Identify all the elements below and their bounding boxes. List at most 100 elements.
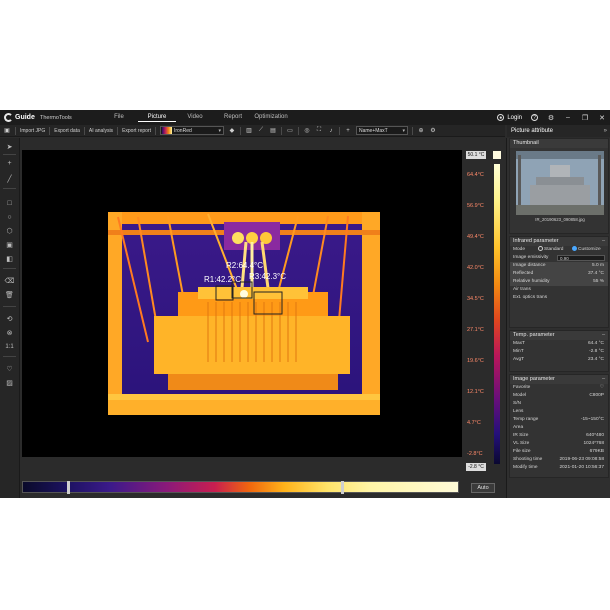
heart-icon[interactable]: ♡ — [4, 364, 15, 374]
toolbar-divider — [239, 126, 241, 135]
palette-tool-icon[interactable]: ◆ — [228, 127, 236, 135]
collapse-icon[interactable]: – — [602, 331, 605, 340]
vl-size-row: VL Size 1024*768 — [513, 441, 604, 446]
scale-min-input[interactable]: -2.8 °C — [466, 463, 486, 471]
thumbnail-filename: IR_20190623_090858.jpg — [535, 217, 585, 222]
ext-optics-row[interactable]: Ext. optics trans — [510, 294, 608, 302]
login-button[interactable]: ● Login — [497, 114, 522, 121]
label-mode-select[interactable]: Name+MaxT ▾ — [355, 126, 408, 135]
settings-icon[interactable]: ⚙ — [547, 114, 555, 122]
annotation-icon[interactable]: ◧ — [4, 254, 15, 264]
tool-divider — [3, 154, 16, 155]
export-report-button[interactable]: Export report — [122, 128, 151, 134]
roi-label[interactable]: R3:42.3°C — [249, 272, 286, 281]
thumbnail-image[interactable] — [516, 151, 604, 215]
line-icon[interactable]: ╱ — [4, 174, 15, 184]
fullscreen-icon[interactable]: ⛶ — [315, 127, 323, 135]
scale-max-input[interactable]: 50.1 °C — [466, 151, 486, 159]
zoom-icon[interactable]: ⊗ — [4, 328, 15, 338]
menu-file[interactable]: File — [100, 114, 138, 122]
sn-row: S/N — [513, 401, 521, 406]
pointer-icon[interactable]: ➤ — [4, 142, 15, 152]
favorite-heart-icon[interactable]: ♡ — [600, 384, 604, 392]
polygon-icon[interactable]: ⬡ — [4, 226, 15, 236]
export-data-button[interactable]: Export data — [54, 128, 80, 134]
app-logo: Guide — [4, 113, 40, 122]
minimize-button[interactable]: – — [564, 114, 572, 121]
menu-video[interactable]: Video — [176, 114, 214, 122]
rotate-icon[interactable]: ⟲ — [4, 314, 15, 324]
range-high-handle[interactable] — [341, 481, 344, 494]
collapse-icon[interactable]: – — [602, 375, 605, 384]
menu-report[interactable]: Report — [214, 114, 252, 122]
restore-button[interactable]: ❐ — [581, 114, 589, 122]
microphone-icon[interactable]: ♪ — [327, 127, 335, 135]
lens-row: Lens — [513, 409, 524, 414]
toolbar-divider — [280, 126, 282, 135]
crosshair-tool-icon[interactable]: + — [4, 158, 15, 168]
humidity-row[interactable]: Relative humidity 55 % — [510, 278, 608, 286]
circle-icon[interactable]: ○ — [4, 212, 15, 222]
eraser-icon[interactable]: ⌫ — [4, 276, 15, 286]
menu-optimization[interactable]: Optimization — [252, 114, 290, 122]
menu-picture[interactable]: Picture — [138, 114, 176, 122]
section-title: Image parameter – — [510, 375, 608, 384]
distance-row[interactable]: Image distance 5.0 m — [510, 262, 608, 270]
tool-divider — [3, 188, 16, 189]
collapse-icon[interactable]: – — [602, 237, 605, 246]
scale-tick-label: -2.8°C — [467, 451, 483, 457]
marker-settings-icon[interactable]: ⚙ — [429, 127, 437, 135]
toolbar-divider — [338, 126, 340, 135]
palette-range-slider[interactable] — [22, 481, 459, 494]
roi-label[interactable]: R2:64.4°C — [226, 261, 263, 270]
login-icon: ● — [497, 114, 505, 121]
maxt-row: MaxT 64.4 °C — [513, 341, 604, 346]
palette-select[interactable]: IronRed ▾ — [159, 126, 224, 135]
rectangle-icon[interactable]: □ — [4, 198, 15, 208]
note-icon[interactable]: ▨ — [4, 378, 15, 388]
range-low-handle[interactable] — [67, 481, 70, 494]
left-toolbar: ➤ + ╱ □ ○ ⬡ ▣ ◧ ⌫ 🗑 ⟲ ⊗ 1:1 ♡ ▨ — [0, 138, 20, 498]
palette-swatch — [161, 127, 172, 134]
main-menu: File Picture Video Report Optimization — [100, 114, 290, 122]
thumbnail-section: Thumbnail IR_20190623_090858.jpg — [509, 138, 609, 234]
save-icon[interactable]: ▣ — [3, 127, 11, 135]
help-icon[interactable]: ? — [531, 114, 538, 121]
crosshair-icon[interactable]: + — [344, 127, 352, 135]
collapse-panel-icon[interactable]: » — [604, 125, 607, 137]
emissivity-select[interactable]: 0.90 — [557, 255, 605, 261]
roi-label[interactable]: R1:42.2°C — [204, 275, 241, 284]
thermal-image[interactable]: R2:64.4°C R1:42.2°C R3:42.3°C — [108, 212, 380, 415]
panel-title: Picture attribute — [511, 128, 554, 134]
section-title: Infrared parameter – — [510, 237, 608, 246]
trend-icon[interactable]: ⟋ — [257, 127, 265, 135]
image-canvas[interactable]: R2:64.4°C R1:42.2°C R3:42.3°C — [22, 150, 462, 457]
image-compare-icon[interactable]: ▤ — [269, 127, 277, 135]
air-trans-row[interactable]: Air trans — [510, 286, 608, 294]
scale-max-swatch — [493, 151, 501, 159]
auto-button[interactable]: Auto — [471, 483, 495, 493]
ai-analysis-button[interactable]: AI analysis — [89, 128, 113, 134]
file-size-row: File size 679KB — [513, 449, 604, 454]
area-rect-icon[interactable]: ▣ — [4, 240, 15, 250]
app-window: Guide ThermoTools File Picture Video Rep… — [0, 110, 610, 498]
one-to-one-icon[interactable]: 1:1 — [4, 342, 15, 352]
scale-tick-label: 12.1°C — [467, 389, 484, 395]
mode-standard-radio[interactable]: Standard — [538, 246, 563, 254]
emissivity-row: Image emissivity 0.90 — [510, 254, 608, 262]
thumbnail-graphic — [516, 151, 604, 215]
import-jpg-button[interactable]: Import JPG — [20, 128, 45, 134]
add-point-icon[interactable]: ⊕ — [417, 127, 425, 135]
close-button[interactable]: ✕ — [598, 114, 606, 122]
mode-customize-radio[interactable]: Customize — [572, 246, 601, 254]
section-title: Temp. parameter – — [510, 331, 608, 340]
shooting-time-row: Shooting time 2019-06-23 09:08:58 — [513, 457, 604, 462]
fusion-icon[interactable]: ◎ — [303, 127, 311, 135]
histogram-icon[interactable]: ▥ — [245, 127, 253, 135]
delete-icon[interactable]: 🗑 — [4, 290, 15, 300]
monitor-icon[interactable]: ▭ — [286, 127, 294, 135]
section-title: Thumbnail — [510, 139, 608, 148]
toolbar-divider — [83, 126, 85, 135]
toolbar-divider — [15, 126, 16, 135]
reflected-row[interactable]: Reflected 37.4 °C — [510, 270, 608, 278]
